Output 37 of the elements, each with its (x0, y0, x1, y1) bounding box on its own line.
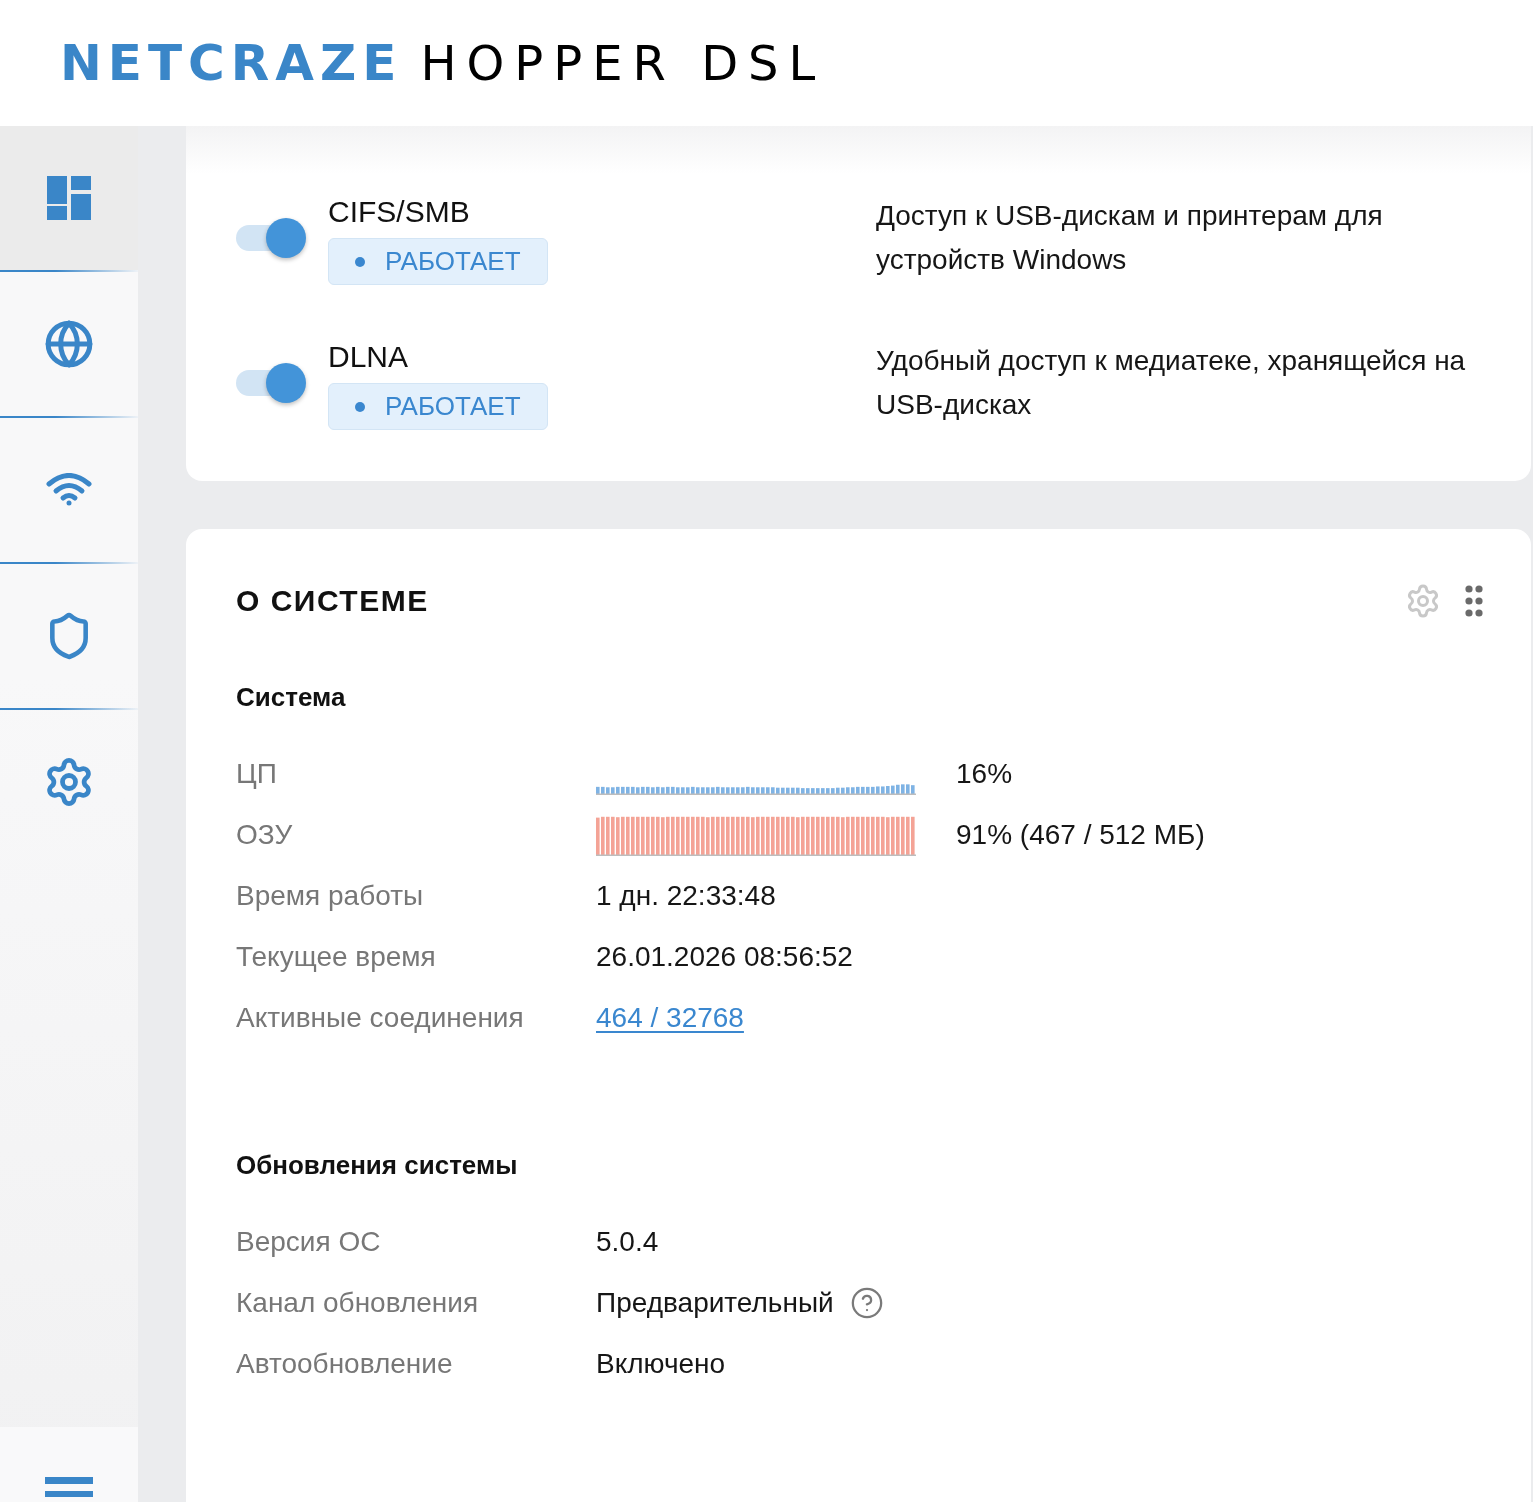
row-label: Версия ОС (236, 1224, 382, 1259)
toggle-switch[interactable] (236, 218, 306, 258)
row-label: Текущее время (236, 939, 437, 974)
row-label: Канал обновления (236, 1285, 480, 1320)
dashboard-icon (47, 176, 91, 220)
service-name: CIFS/SMB (328, 194, 471, 230)
section-title: Обновления системы (236, 1150, 519, 1180)
brand-logo-text: NETCRAZE (60, 38, 403, 88)
status-label: РАБОТАЕТ (385, 390, 521, 423)
row-value: 26.01.2026 08:56:52 (596, 940, 853, 972)
globe-icon (44, 319, 94, 369)
wifi-icon (45, 473, 93, 507)
row-label: Время работы (236, 878, 425, 913)
help-icon[interactable] (849, 1285, 884, 1320)
service-description: Доступ к USB-дискам и принтерам для устройств Windows (876, 199, 1384, 277)
row-value: 91% (467 / 512 МБ) (956, 817, 1205, 852)
row-value: 16% (956, 756, 1013, 791)
service-name: DLNA (328, 339, 410, 375)
row-label: Автообновление (236, 1346, 454, 1381)
menu-button[interactable] (0, 1427, 138, 1502)
menu-icon (45, 1477, 93, 1497)
toggle-switch[interactable] (236, 363, 306, 403)
row-value: Предварительный (596, 1285, 834, 1320)
row-label: ЦП (236, 756, 278, 791)
card-title: О СИСТЕМЕ (236, 583, 429, 619)
status-label: РАБОТАЕТ (385, 245, 521, 278)
model-name: HOPPER DSL (420, 38, 826, 88)
row-value: Включено (596, 1347, 726, 1379)
section-title: Система (236, 682, 347, 712)
row-label: Активные соединения (236, 1000, 525, 1035)
sidebar-item[interactable] (0, 126, 138, 270)
row-label: ОЗУ (236, 817, 294, 852)
drag-handle-icon[interactable] (1465, 585, 1483, 617)
row-value: 5.0.4 (596, 1225, 659, 1257)
row-value: 1 дн. 22:33:48 (596, 879, 776, 911)
service-description: Удобный доступ к медиатеке, хранящейся на USB-дисках (876, 344, 1467, 422)
connections-link[interactable]: 464 / 32768 (596, 1001, 744, 1033)
